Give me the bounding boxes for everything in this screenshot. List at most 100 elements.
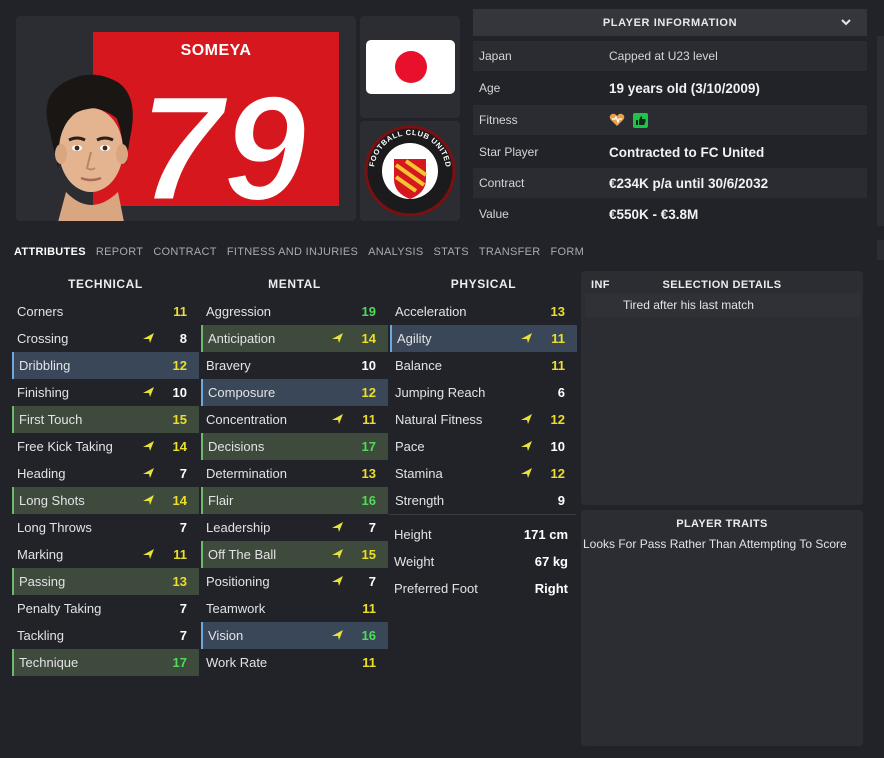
- attribute-row-flair[interactable]: Flair 16: [201, 487, 388, 514]
- attribute-value: 6: [557, 385, 565, 400]
- player-face-icon: [46, 74, 133, 221]
- attribute-row-agility[interactable]: Agility 11: [390, 325, 577, 352]
- attribute-row-balance[interactable]: Balance 11: [390, 352, 577, 379]
- attribute-row-first-touch[interactable]: First Touch 15: [12, 406, 199, 433]
- attribute-label: Off The Ball: [208, 547, 277, 562]
- player-traits-title: PLAYER TRAITS: [676, 518, 768, 530]
- attribute-label: Acceleration: [395, 304, 467, 319]
- attribute-row-positioning[interactable]: Positioning 7: [201, 568, 388, 595]
- club-crest-icon: FOOTBALL CLUB UNITED OF MANCHESTER: [357, 114, 456, 217]
- attribute-value: 10: [550, 439, 565, 454]
- attribute-value: 16: [361, 493, 376, 508]
- attribute-label: Heading: [17, 466, 66, 481]
- attribute-row-penalty-taking[interactable]: Penalty Taking 7: [12, 595, 199, 622]
- attribute-row-marking[interactable]: Marking 11: [12, 541, 199, 568]
- attribute-label: Composure: [208, 385, 276, 400]
- attribute-row-strength[interactable]: Strength 9: [390, 487, 577, 514]
- info-value: 19 years old (3/10/2009): [609, 80, 760, 96]
- attribute-row-bravery[interactable]: Bravery 10: [201, 352, 388, 379]
- attribute-row-technique[interactable]: Technique 17: [12, 649, 199, 676]
- arrow-up-icon: [332, 576, 343, 586]
- detail-value: Right: [534, 581, 568, 596]
- tab-contract[interactable]: CONTRACT: [153, 246, 217, 258]
- info-row-fitness: Fitness: [473, 105, 867, 135]
- attribute-row-natural-fitness[interactable]: Natural Fitness 12: [390, 406, 577, 433]
- attribute-row-tackling[interactable]: Tackling 7: [12, 622, 199, 649]
- info-row-value: Value €550K - €3.8M: [473, 199, 867, 229]
- arrow-up-icon: [521, 414, 532, 424]
- detail-row-preferred-foot: Preferred Foot Right: [389, 575, 576, 602]
- attribute-row-corners[interactable]: Corners 11: [12, 298, 199, 325]
- attribute-row-crossing[interactable]: Crossing 8: [12, 325, 199, 352]
- attribute-row-vision[interactable]: Vision 16: [201, 622, 388, 649]
- tab-report[interactable]: REPORT: [96, 246, 143, 258]
- attribute-value: 11: [362, 412, 376, 427]
- attribute-label: Strength: [395, 493, 445, 508]
- attribute-value: 7: [179, 466, 187, 481]
- attribute-label: Work Rate: [206, 655, 268, 670]
- tab-fitness-and-injuries[interactable]: FITNESS AND INJURIES: [227, 246, 358, 258]
- info-value: €234K p/a until 30/6/2032: [609, 175, 769, 191]
- attribute-label: Penalty Taking: [17, 601, 102, 616]
- attribute-label: Anticipation: [208, 331, 276, 346]
- player-hero-card: SOMEYA 79: [16, 16, 356, 221]
- tab-stats[interactable]: STATS: [434, 246, 469, 258]
- attribute-row-dribbling[interactable]: Dribbling 12: [12, 352, 199, 379]
- club-crest-card[interactable]: FOOTBALL CLUB UNITED OF MANCHESTER: [357, 114, 460, 221]
- attribute-row-anticipation[interactable]: Anticipation 14: [201, 325, 388, 352]
- attribute-value: 16: [361, 628, 376, 643]
- attribute-row-jumping-reach[interactable]: Jumping Reach 6: [390, 379, 577, 406]
- attribute-row-passing[interactable]: Passing 13: [12, 568, 199, 595]
- arrow-up-icon: [143, 549, 154, 559]
- attribute-row-teamwork[interactable]: Teamwork 11: [201, 595, 388, 622]
- info-key: Japan: [479, 49, 512, 63]
- attribute-row-finishing[interactable]: Finishing 10: [12, 379, 199, 406]
- arrow-up-icon: [332, 549, 343, 559]
- nationality-card[interactable]: [360, 16, 460, 118]
- attribute-row-pace[interactable]: Pace 10: [390, 433, 577, 460]
- attribute-value: 14: [172, 439, 187, 454]
- info-value: €550K - €3.8M: [609, 206, 699, 222]
- attribute-row-aggression[interactable]: Aggression 19: [201, 298, 388, 325]
- tab-attributes[interactable]: ATTRIBUTES: [14, 246, 86, 258]
- chevron-down-icon[interactable]: [839, 15, 853, 29]
- attribute-row-determination[interactable]: Determination 13: [201, 460, 388, 487]
- physical-details: Height 171 cm Weight 67 kg Preferred Foot Rig…: [389, 521, 576, 602]
- attribute-row-free-kick-taking[interactable]: Free Kick Taking 14: [12, 433, 199, 460]
- thumbs-up-icon: [633, 112, 648, 128]
- attribute-row-concentration[interactable]: Concentration 11: [201, 406, 388, 433]
- attribute-row-long-shots[interactable]: Long Shots 14: [12, 487, 199, 514]
- adjacent-panel-edge: [877, 36, 884, 226]
- attribute-label: Natural Fitness: [395, 412, 483, 427]
- attribute-row-acceleration[interactable]: Acceleration 13: [390, 298, 577, 325]
- attribute-value: 13: [361, 466, 376, 481]
- attribute-row-leadership[interactable]: Leadership 7: [201, 514, 388, 541]
- attribute-row-heading[interactable]: Heading 7: [12, 460, 199, 487]
- attribute-row-off-the-ball[interactable]: Off The Ball 15: [201, 541, 388, 568]
- attribute-value: 11: [551, 358, 565, 373]
- info-key: Age: [479, 81, 501, 95]
- attribute-label: Decisions: [208, 439, 265, 454]
- player-information-title: PLAYER INFORMATION: [602, 16, 738, 29]
- attribute-label: Stamina: [395, 466, 443, 481]
- selection-details-panel: INF SELECTION DETAILS Tired after his la…: [581, 271, 863, 505]
- info-row-star-player: Star Player Contracted to FC United: [473, 137, 867, 167]
- attribute-row-decisions[interactable]: Decisions 17: [201, 433, 388, 460]
- attribute-label: Vision: [208, 628, 244, 643]
- detail-label: Height: [394, 527, 432, 542]
- tab-analysis[interactable]: ANALYSIS: [368, 246, 423, 258]
- attribute-value: 12: [172, 358, 187, 373]
- attribute-row-stamina[interactable]: Stamina 12: [390, 460, 577, 487]
- info-row-contract: Contract €234K p/a until 30/6/2032: [473, 168, 867, 198]
- attribute-row-composure[interactable]: Composure 12: [201, 379, 388, 406]
- player-information-header[interactable]: PLAYER INFORMATION: [473, 9, 867, 36]
- arrow-up-icon: [521, 468, 532, 478]
- attribute-row-work-rate[interactable]: Work Rate 11: [201, 649, 388, 676]
- attribute-row-long-throws[interactable]: Long Throws 7: [12, 514, 199, 541]
- selection-details-title: SELECTION DETAILS: [662, 279, 782, 291]
- arrow-up-icon: [332, 333, 343, 343]
- tab-transfer[interactable]: TRANSFER: [479, 246, 541, 258]
- info-value: [609, 112, 648, 128]
- tab-form[interactable]: FORM: [551, 246, 585, 258]
- attribute-label: Balance: [395, 358, 442, 373]
